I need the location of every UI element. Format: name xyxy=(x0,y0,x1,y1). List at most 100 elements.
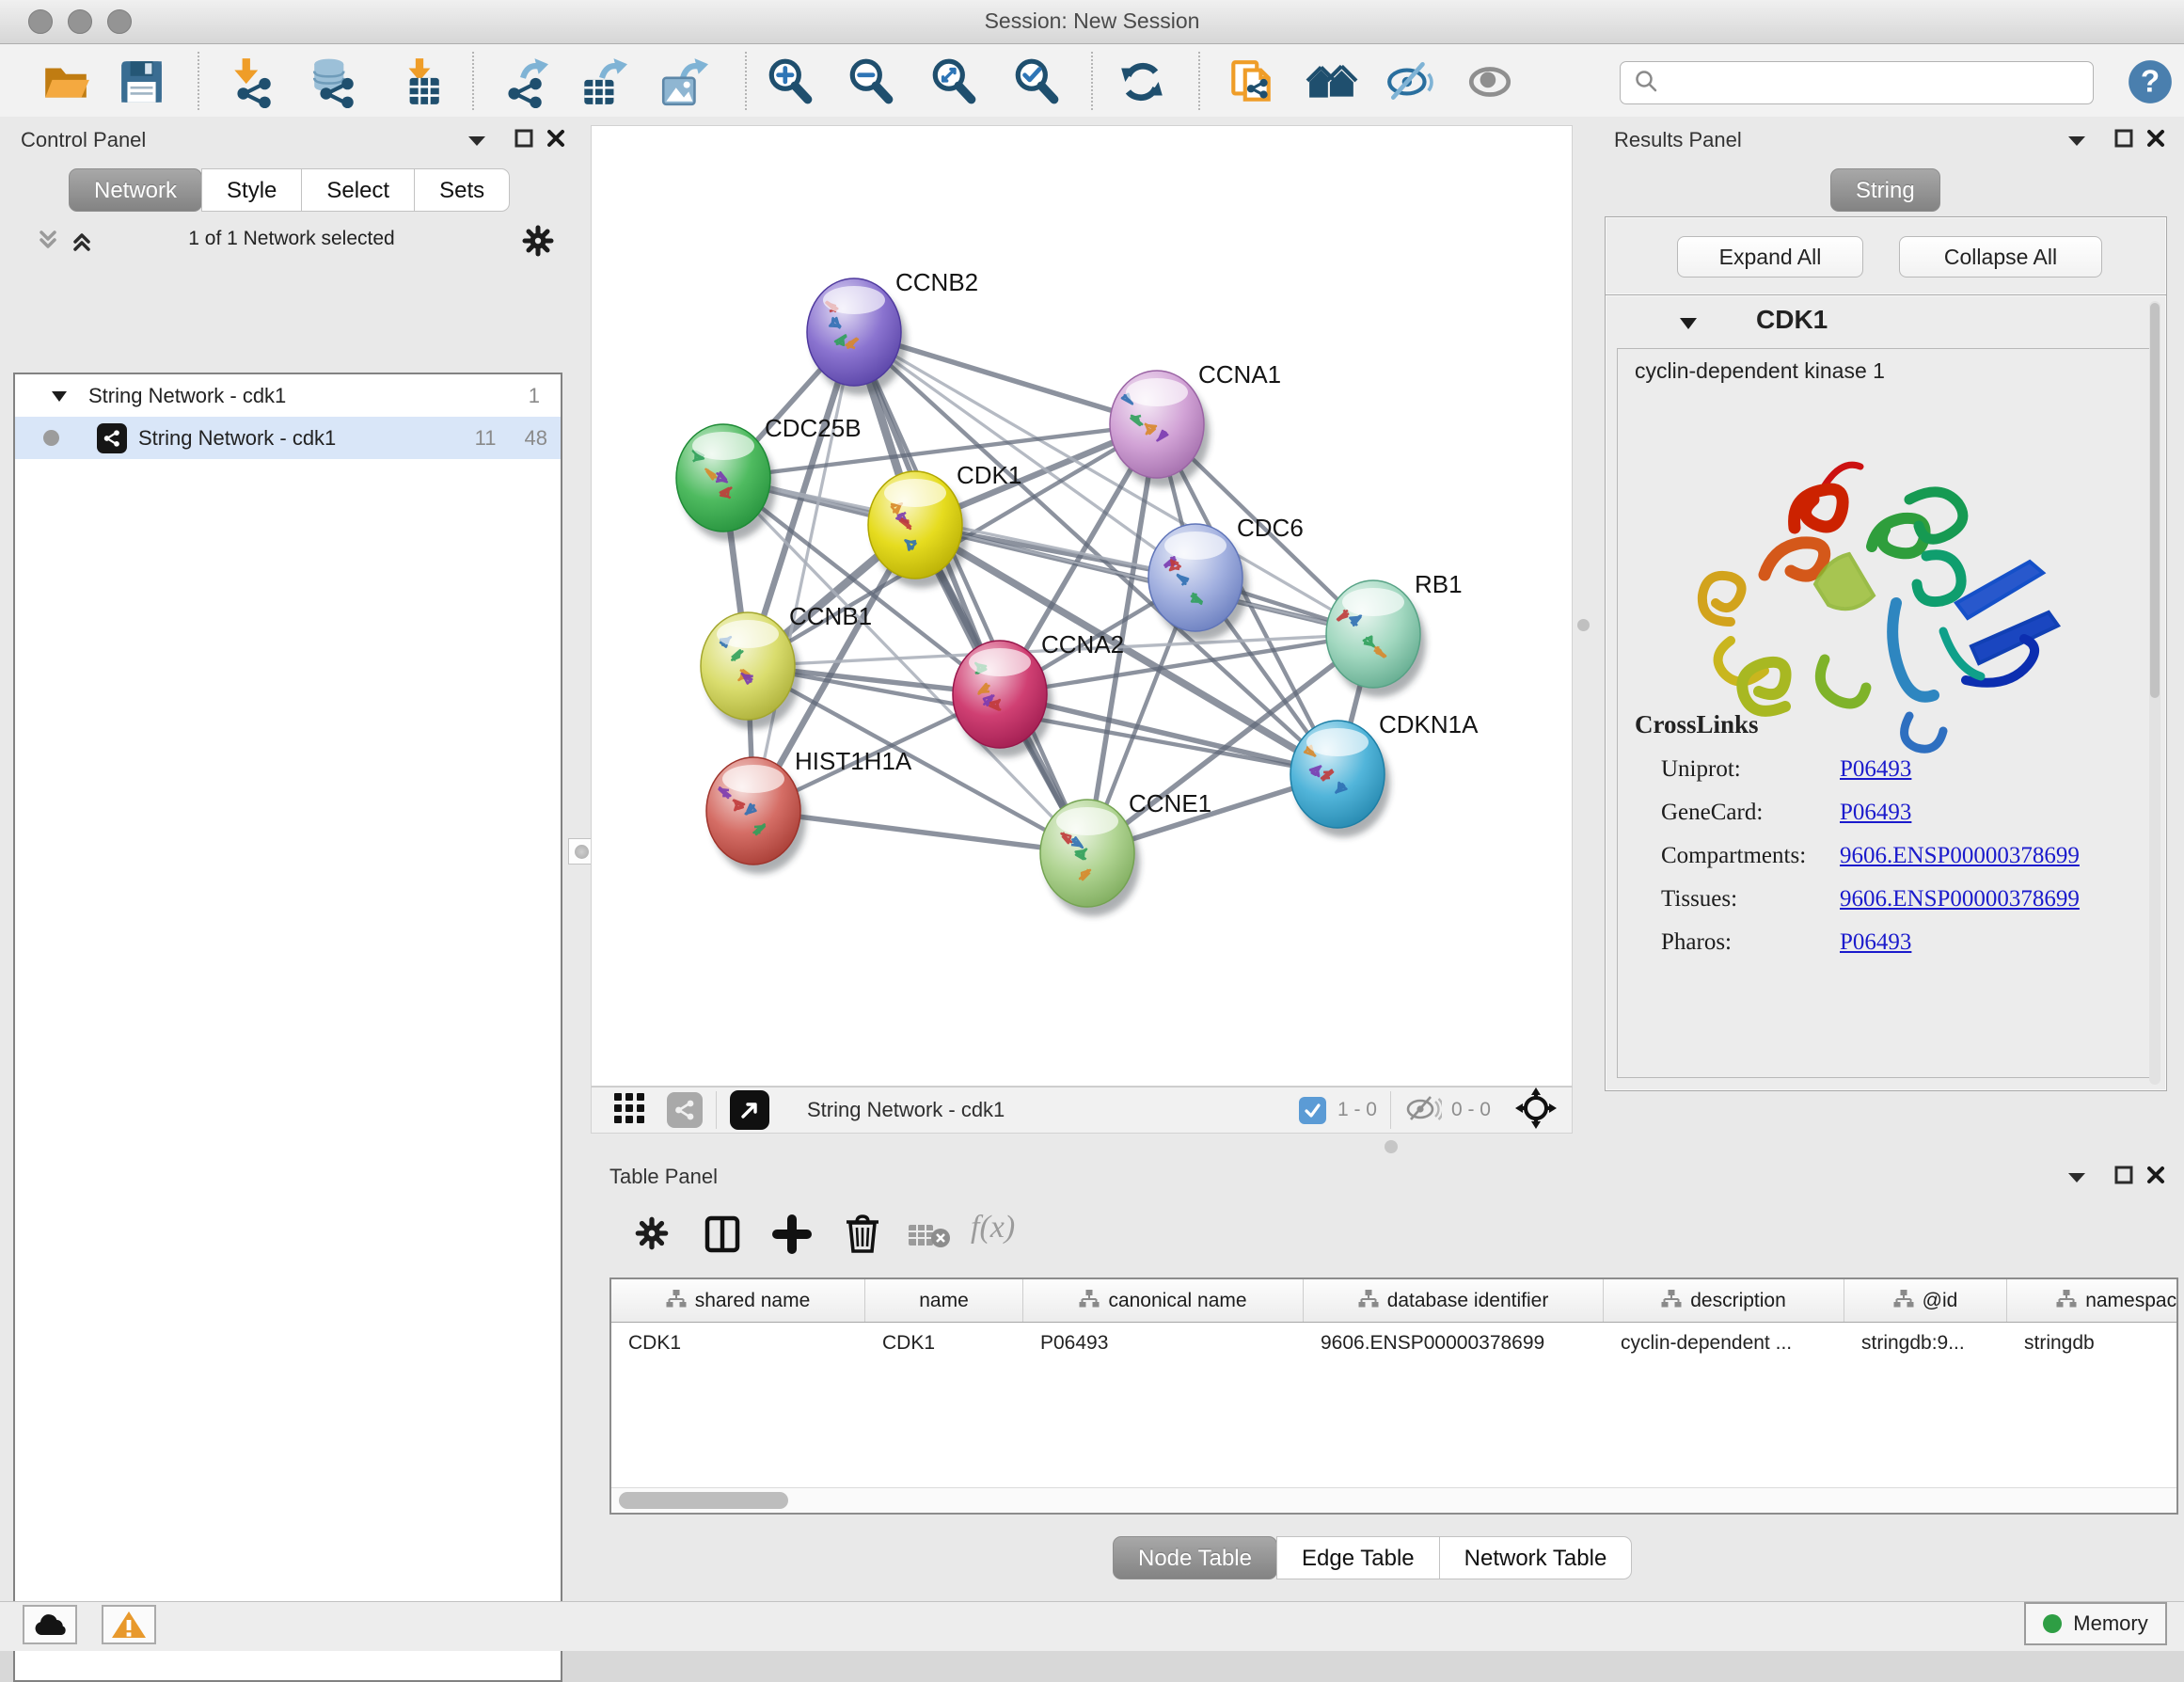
network-share-icon[interactable] xyxy=(667,1092,703,1128)
column-header-databaseidentifier[interactable]: database identifier xyxy=(1304,1279,1604,1322)
tree-expander-icon[interactable] xyxy=(51,384,68,408)
table-cell[interactable]: cyclin-dependent ... xyxy=(1604,1332,1844,1355)
table-hscrollbar-thumb[interactable] xyxy=(619,1492,788,1509)
export-image-icon[interactable] xyxy=(657,56,709,108)
cloud-icon[interactable] xyxy=(23,1605,77,1644)
network-row[interactable]: String Network - cdk1 11 48 xyxy=(15,417,561,459)
table-cell[interactable]: CDK1 xyxy=(865,1332,1023,1355)
table-cell[interactable]: stringdb:9... xyxy=(1844,1332,2007,1355)
network-node-HIST1H1A[interactable]: HIST1H1A xyxy=(706,747,912,874)
column-header-name[interactable]: name xyxy=(865,1279,1023,1322)
zoom-out-icon[interactable] xyxy=(845,56,897,108)
tab-network[interactable]: Network xyxy=(69,168,202,212)
memory-button[interactable]: Memory xyxy=(2024,1602,2167,1645)
hide-selected-icon[interactable] xyxy=(1385,56,1437,108)
show-all-icon[interactable] xyxy=(1464,56,1516,108)
tab-network-table[interactable]: Network Table xyxy=(1439,1536,1633,1579)
column-header-description[interactable]: description xyxy=(1604,1279,1844,1322)
delete-table-icon[interactable] xyxy=(907,1221,952,1256)
network-node-CCNA1[interactable]: CCNA1 xyxy=(1110,360,1281,487)
import-network-database-icon[interactable] xyxy=(309,56,361,108)
column-type-icon xyxy=(666,1289,687,1313)
close-panel-icon[interactable] xyxy=(542,126,570,151)
bottom-splitter-handle[interactable] xyxy=(1383,1138,1400,1155)
network-node-CCNA2[interactable]: CCNA2 xyxy=(953,630,1124,757)
network-node-CDK1[interactable]: CDK1 xyxy=(868,461,1021,588)
network-collection-row[interactable]: String Network - cdk1 1 xyxy=(15,374,561,417)
results-scrollbar-thumb[interactable] xyxy=(2150,303,2160,698)
network-edge[interactable] xyxy=(753,332,854,811)
search-input[interactable] xyxy=(1668,65,2093,101)
zoom-fit-icon[interactable] xyxy=(927,56,980,108)
table-cell[interactable]: stringdb xyxy=(2007,1332,2178,1355)
column-header-namespace[interactable]: namespace xyxy=(2007,1279,2178,1322)
table-settings-gear-icon[interactable] xyxy=(632,1214,672,1258)
hidden-eye-icon[interactable] xyxy=(1404,1094,1442,1127)
import-table-icon[interactable] xyxy=(393,56,446,108)
first-neighbors-icon[interactable] xyxy=(1306,56,1358,108)
tab-string[interactable]: String xyxy=(1830,168,1940,212)
tab-select[interactable]: Select xyxy=(301,168,415,212)
tab-edge-table[interactable]: Edge Table xyxy=(1276,1536,1440,1579)
show-columns-icon[interactable] xyxy=(702,1214,743,1260)
zoom-in-icon[interactable] xyxy=(764,56,816,108)
gear-icon[interactable] xyxy=(519,222,557,264)
fit-crosshair-icon[interactable] xyxy=(1515,1087,1557,1134)
tab-node-table[interactable]: Node Table xyxy=(1113,1536,1277,1579)
open-in-window-icon[interactable] xyxy=(730,1090,769,1130)
table-cell[interactable]: CDK1 xyxy=(611,1332,865,1355)
expand-all-button[interactable]: Expand All xyxy=(1677,236,1863,278)
crosslink-link[interactable]: P06493 xyxy=(1840,929,1911,956)
collapse-panel-icon[interactable] xyxy=(2063,128,2091,152)
clone-network-icon[interactable] xyxy=(1225,56,1277,108)
delete-column-icon[interactable] xyxy=(843,1212,882,1260)
table-cell[interactable]: 9606.ENSP00000378699 xyxy=(1304,1332,1604,1355)
crosslink-link[interactable]: P06493 xyxy=(1840,756,1911,783)
birdseye-grid-icon[interactable] xyxy=(612,1091,646,1130)
control-panel-title: Control Panel xyxy=(21,128,146,152)
right-splitter-handle[interactable] xyxy=(1575,616,1591,633)
network-view-canvas[interactable]: CCNB2 CCNA1 CDC25BCDK1 CDC6RB1 CCNB1 CCNA2 CDK… xyxy=(591,125,1573,1087)
float-panel-icon[interactable] xyxy=(2110,126,2138,151)
open-session-icon[interactable] xyxy=(40,56,92,108)
table-cell[interactable]: P06493 xyxy=(1023,1332,1304,1355)
network-node-CCNB2[interactable]: CCNB2 xyxy=(807,268,978,395)
network-node-CDKN1A[interactable]: CDKN1A xyxy=(1290,710,1479,837)
tab-sets[interactable]: Sets xyxy=(414,168,510,212)
close-panel-icon[interactable] xyxy=(2142,1163,2170,1187)
float-panel-icon[interactable] xyxy=(2110,1163,2138,1187)
export-table-icon[interactable] xyxy=(576,56,628,108)
network-node-CDC25B[interactable]: CDC25B xyxy=(676,414,862,541)
refresh-icon[interactable] xyxy=(1116,56,1168,108)
close-panel-icon[interactable] xyxy=(2142,126,2170,151)
crosslink-link[interactable]: 9606.ENSP00000378699 xyxy=(1840,843,2080,869)
import-network-icon[interactable] xyxy=(226,56,278,108)
function-builder-icon[interactable]: f(x) xyxy=(971,1210,1015,1246)
add-column-icon[interactable] xyxy=(771,1214,813,1260)
crosslink-link[interactable]: P06493 xyxy=(1840,800,1911,826)
network-node-CCNE1[interactable]: CCNE1 xyxy=(1040,789,1211,916)
zoom-selected-icon[interactable] xyxy=(1010,56,1063,108)
crosslink-link[interactable]: 9606.ENSP00000378699 xyxy=(1840,886,2080,912)
column-label: @id xyxy=(1923,1290,1958,1312)
crosslink-row: Compartments:9606.ENSP00000378699 xyxy=(1661,834,2150,878)
float-panel-icon[interactable] xyxy=(510,126,538,151)
tab-style[interactable]: Style xyxy=(201,168,302,212)
network-node-CCNB1[interactable]: CCNB1 xyxy=(701,602,872,729)
collapse-panel-icon[interactable] xyxy=(463,128,491,152)
export-network-icon[interactable] xyxy=(497,56,549,108)
network-node-CDC6[interactable]: CDC6 xyxy=(1148,514,1304,641)
column-header-canonicalname[interactable]: canonical name xyxy=(1023,1279,1304,1322)
selected-checkbox-icon[interactable] xyxy=(1299,1097,1326,1124)
network-node-RB1[interactable]: RB1 xyxy=(1326,570,1463,697)
column-header-id[interactable]: @id xyxy=(1844,1279,2007,1322)
toolbar-separator xyxy=(1091,52,1093,110)
warning-icon[interactable] xyxy=(102,1605,156,1644)
entry-expander-icon[interactable] xyxy=(1679,316,1698,335)
collapse-all-button[interactable]: Collapse All xyxy=(1899,236,2102,278)
collapse-panel-icon[interactable] xyxy=(2063,1165,2091,1189)
column-header-sharedname[interactable]: shared name xyxy=(611,1279,865,1322)
save-session-icon[interactable] xyxy=(115,56,167,108)
table-row[interactable]: CDK1CDK1P064939606.ENSP00000378699cyclin… xyxy=(611,1323,2176,1364)
help-icon[interactable]: ? xyxy=(2124,56,2176,108)
